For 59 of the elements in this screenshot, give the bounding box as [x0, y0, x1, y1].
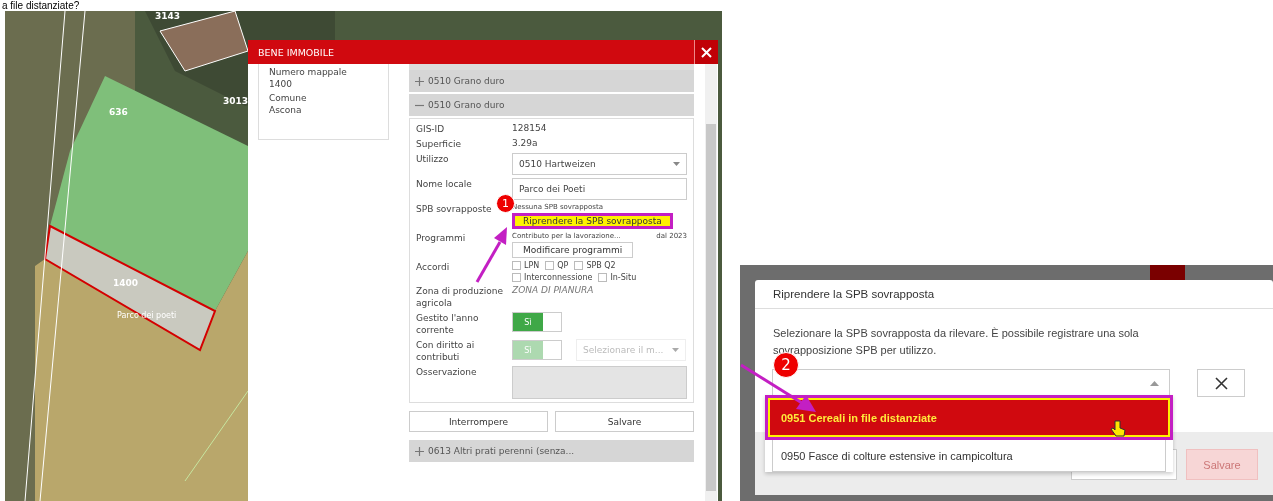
pointer-hand-icon	[1110, 420, 1126, 438]
map-label: 636	[109, 107, 128, 117]
accordion-header[interactable]: 0510 Grano duro	[409, 94, 694, 116]
take-over-button[interactable]: Riprendere la SPB sovrapposta	[512, 213, 673, 229]
form-button[interactable]: Interrompere	[409, 411, 548, 432]
field-label: Zona di produzione agricola	[416, 286, 503, 308]
close-icon	[1214, 376, 1228, 390]
field-value: 128154	[512, 123, 547, 133]
field-label: Accordi	[416, 262, 450, 272]
checkbox[interactable]	[545, 261, 555, 270]
scrollbar[interactable]	[705, 64, 717, 501]
toolbar-button-edge	[1150, 265, 1185, 280]
clear-button[interactable]	[1197, 369, 1245, 397]
caption-text: a file distanziate?	[1, 0, 81, 11]
checkbox-label: Interconnessione	[524, 273, 593, 282]
annotation-arrow	[475, 226, 509, 284]
field-value: 3.29a	[512, 138, 538, 148]
checkbox-label: SPB Q2	[586, 261, 616, 270]
form-button[interactable]: Salvare	[555, 411, 694, 432]
field-label: Con diritto ai contributi	[416, 340, 475, 362]
checkbox[interactable]	[512, 261, 521, 270]
field-label: Superficie	[416, 139, 462, 149]
popup-title: Riprendere la SPB sovrapposta	[755, 280, 1273, 309]
checkbox-label: QP	[557, 261, 569, 270]
field-label: GIS-ID	[416, 124, 445, 134]
dialog-title: BENE IMMOBILE	[258, 46, 334, 58]
usage-select[interactable]: 0510 Hartweizen	[512, 153, 687, 175]
field-label: Numero mappale	[269, 66, 348, 78]
map-label: Parco dei poeti	[117, 311, 177, 320]
toggle-switch[interactable]: Sì	[512, 312, 562, 332]
close-button[interactable]	[694, 40, 718, 64]
field-label: Utilizzo	[416, 154, 449, 164]
checkbox[interactable]	[598, 273, 608, 282]
checkbox-label: LPN	[524, 261, 540, 270]
accordion-header[interactable]: 0613 Altri prati perenni (senza...	[409, 440, 694, 462]
map-label: 3143	[155, 11, 181, 21]
field-label: Gestito l'anno corrente	[416, 313, 479, 335]
field-label: Nome locale	[416, 179, 472, 189]
accordion-header[interactable]: 0510 Grano duro	[409, 70, 694, 92]
field-label: Programmi	[416, 233, 466, 243]
checkbox-label: In-Situ	[610, 273, 637, 282]
field-label: Comune	[269, 92, 308, 104]
map-label: 1400	[113, 278, 139, 288]
name-input[interactable]: Parco dei Poeti	[512, 178, 687, 200]
checkbox[interactable]	[574, 261, 584, 270]
caret-down-icon	[672, 348, 679, 352]
edit-programs-button[interactable]: Modificare programmi	[512, 242, 634, 258]
dropdown-option[interactable]: 0951 Cereali in file distanziate	[765, 395, 1173, 440]
close-icon	[701, 46, 712, 58]
field-value: Ascona	[269, 104, 303, 116]
remark-textarea[interactable]	[512, 366, 687, 399]
field-label: Osservazione	[416, 367, 477, 377]
map-label: 3013	[223, 96, 249, 106]
caret-down-icon	[673, 162, 680, 166]
field-value: 1400	[269, 78, 293, 90]
checkbox[interactable]	[512, 273, 521, 282]
dropdown-option[interactable]: 0950 Fasce di colture estensive in campicoltura	[772, 440, 1166, 472]
field-label: SPB sovrapposte	[416, 204, 492, 214]
caret-up-icon	[1150, 380, 1159, 386]
